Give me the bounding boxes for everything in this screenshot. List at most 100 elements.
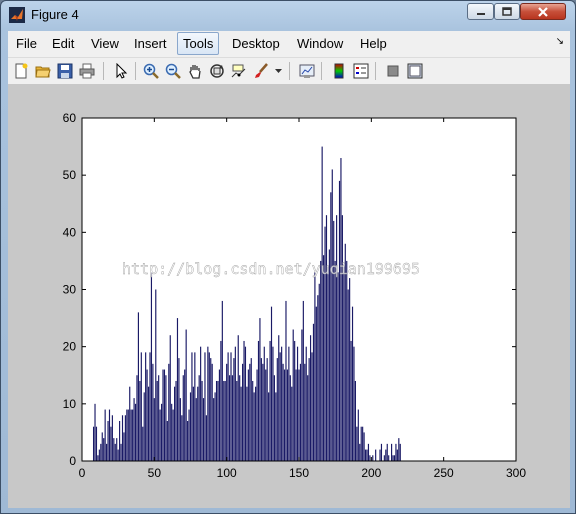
bar (204, 352, 206, 461)
bar (288, 346, 290, 461)
bar (192, 386, 194, 461)
bar (249, 363, 251, 461)
bar (111, 415, 113, 461)
menu-file[interactable]: File (16, 36, 37, 51)
menu-window[interactable]: Window (297, 36, 343, 51)
bar (150, 272, 153, 461)
bar (174, 386, 176, 461)
bar (279, 352, 281, 461)
bar (270, 306, 273, 461)
bar (134, 403, 137, 461)
close-icon (538, 6, 548, 17)
bar (330, 192, 332, 461)
hide-plot-tools-button[interactable] (383, 61, 403, 81)
bar (298, 369, 300, 461)
bar (200, 346, 202, 461)
bar (123, 432, 125, 461)
bar (328, 249, 330, 461)
bar (272, 346, 274, 461)
bar (133, 398, 135, 461)
bar (347, 289, 349, 461)
menu-desktop[interactable]: Desktop (232, 36, 280, 51)
matlab-logo-icon (9, 7, 25, 23)
maximize-button[interactable] (494, 3, 520, 20)
new-figure-icon (15, 63, 28, 79)
new-figure-button[interactable] (11, 61, 31, 81)
link-plot-icon (299, 64, 315, 78)
pan-button[interactable] (185, 61, 205, 81)
bar (97, 455, 99, 461)
open-file-button[interactable] (33, 61, 53, 81)
bar (217, 380, 219, 461)
rotate-3d-button[interactable] (207, 61, 227, 81)
bar (252, 380, 254, 461)
brush-icon (255, 63, 268, 78)
save-button[interactable] (55, 61, 75, 81)
y-tick-label: 30 (63, 283, 77, 297)
x-tick-label: 250 (434, 466, 454, 480)
bar (265, 369, 267, 461)
bar (224, 380, 226, 461)
print-button[interactable] (77, 61, 97, 81)
bar (149, 352, 151, 461)
close-button[interactable] (520, 3, 566, 20)
menu-tools[interactable]: Tools (177, 32, 220, 55)
toolbar-separator (289, 62, 290, 80)
bar (223, 380, 225, 461)
bar (354, 380, 356, 461)
insert-colorbar-button[interactable] (329, 61, 349, 81)
menu-bar: File Edit View Insert Tools Desktop Wind… (8, 31, 570, 58)
bar (165, 375, 167, 461)
bar (147, 386, 150, 461)
insert-legend-button[interactable] (351, 61, 371, 81)
bar (364, 449, 367, 461)
bar (129, 386, 131, 461)
bar (220, 340, 222, 461)
zoom-in-button[interactable] (141, 61, 161, 81)
menu-view[interactable]: View (91, 36, 119, 51)
x-tick-label: 100 (217, 466, 237, 480)
bar (385, 449, 387, 461)
menu-help[interactable]: Help (360, 36, 387, 51)
insert-colorbar-icon (334, 63, 344, 79)
menu-insert[interactable]: Insert (134, 36, 167, 51)
bar (362, 426, 364, 461)
bar (160, 403, 163, 461)
bar (266, 358, 268, 461)
menu-overflow-arrow-icon[interactable]: ↘ (556, 36, 564, 47)
bar (163, 369, 166, 461)
bar (243, 340, 245, 461)
bar (221, 300, 223, 461)
bar (127, 409, 129, 461)
bar (283, 369, 286, 461)
show-plot-tools-button[interactable] (405, 61, 425, 81)
bar (188, 409, 190, 461)
figure-toolbar (8, 58, 570, 85)
bar (392, 455, 394, 461)
bar (126, 409, 128, 461)
axes-plot[interactable]: 0 50 100 150 200 250 300 0 10 20 30 40 50 60 http://b… (8, 85, 570, 508)
figure-canvas: 0 50 100 150 200 250 300 0 10 20 30 40 50 60 http://b… (8, 85, 570, 508)
bar (250, 358, 252, 461)
bar (184, 369, 186, 461)
bar (181, 415, 183, 461)
minimize-button[interactable] (467, 3, 494, 20)
pan-hand-icon (189, 65, 201, 79)
menu-edit[interactable]: Edit (52, 36, 74, 51)
bar (106, 443, 108, 461)
y-tick-label: 40 (63, 225, 77, 239)
edit-plot-button[interactable] (111, 61, 131, 81)
link-plot-button[interactable] (297, 61, 317, 81)
zoom-out-button[interactable] (163, 61, 183, 81)
title-bar[interactable]: Figure 4 (1, 1, 575, 29)
bar (114, 443, 116, 461)
bar (278, 335, 280, 461)
bar (178, 358, 180, 461)
data-cursor-button[interactable] (229, 61, 249, 81)
bar (372, 455, 374, 461)
bar (336, 215, 338, 461)
brush-dropdown[interactable] (273, 61, 283, 81)
bar (153, 398, 155, 461)
brush-button[interactable] (251, 61, 271, 81)
insert-legend-icon (353, 63, 369, 79)
